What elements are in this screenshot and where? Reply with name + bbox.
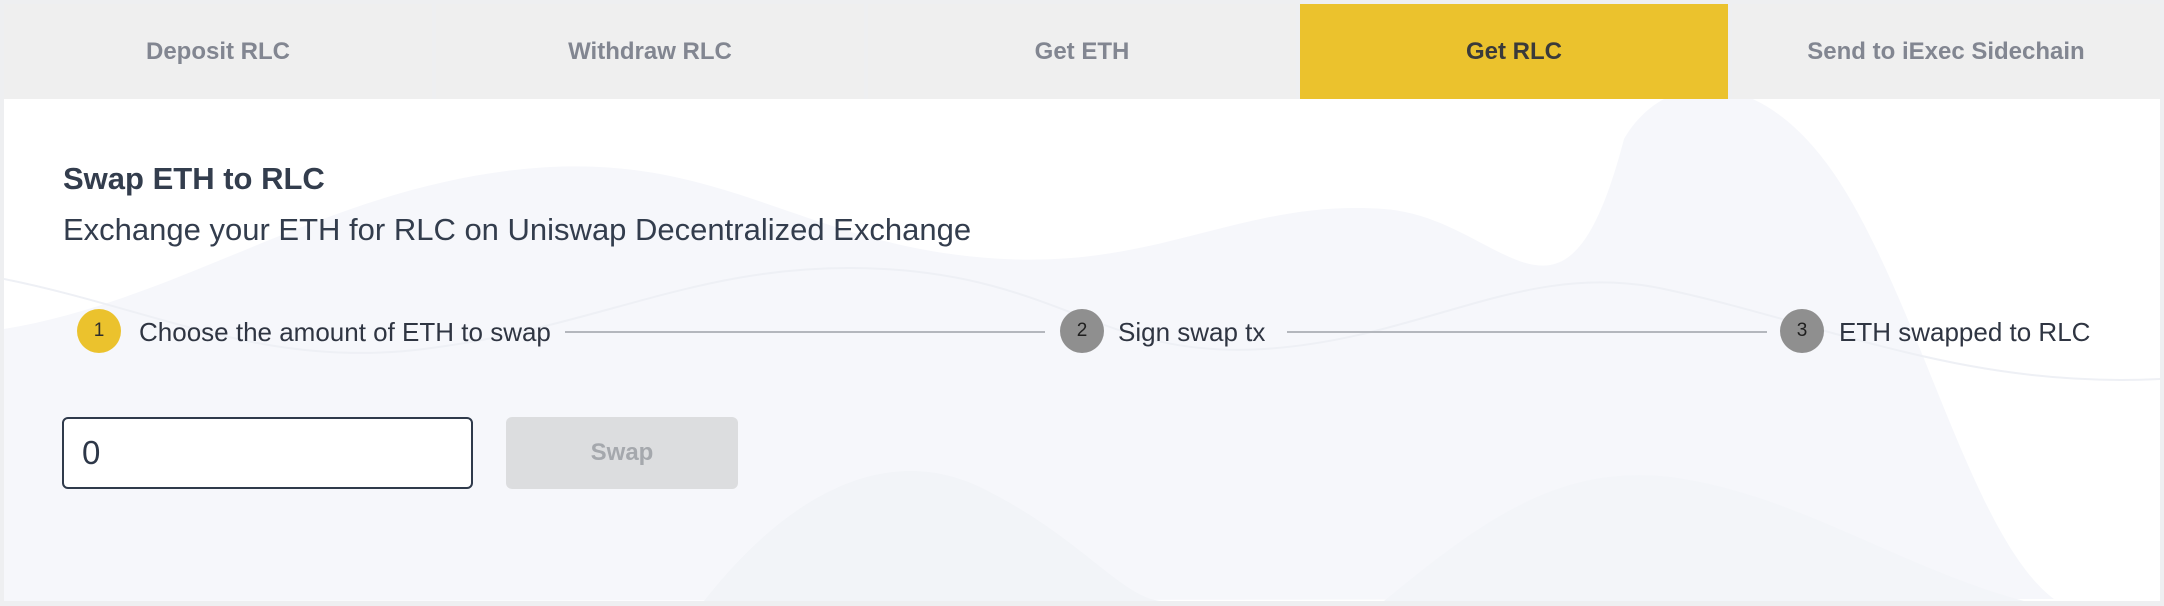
step-connector [1287, 331, 1767, 333]
panel-title: Swap ETH to RLC [63, 161, 325, 196]
swap-button[interactable]: Swap [506, 417, 738, 489]
step-3-label: ETH swapped to RLC [1839, 317, 2091, 347]
tab-get-eth[interactable]: Get ETH [868, 4, 1296, 99]
tab-deposit-rlc[interactable]: Deposit RLC [4, 4, 432, 99]
eth-amount-input[interactable] [62, 417, 473, 489]
tab-bar: Deposit RLC Withdraw RLC Get ETH Get RLC… [4, 4, 2160, 99]
step-1-label: Choose the amount of ETH to swap [139, 317, 551, 347]
step-2-label: Sign swap tx [1118, 317, 1266, 347]
app-frame: Deposit RLC Withdraw RLC Get ETH Get RLC… [0, 0, 2164, 606]
tab-send-to-sidechain[interactable]: Send to iExec Sidechain [1732, 4, 2160, 99]
panel-subtitle: Exchange your ETH for RLC on Uniswap Dec… [63, 212, 972, 247]
step-3-indicator: 3 [1780, 309, 1824, 353]
step-connector [565, 331, 1045, 333]
swap-stepper: 1 Choose the amount of ETH to swap 2 Sig… [77, 309, 2091, 353]
step-1-indicator: 1 [77, 309, 121, 353]
step-2-indicator: 2 [1060, 309, 1104, 353]
tab-get-rlc[interactable]: Get RLC [1300, 4, 1728, 99]
swap-panel: Swap ETH to RLC Exchange your ETH for RL… [4, 99, 2160, 601]
tab-withdraw-rlc[interactable]: Withdraw RLC [436, 4, 864, 99]
